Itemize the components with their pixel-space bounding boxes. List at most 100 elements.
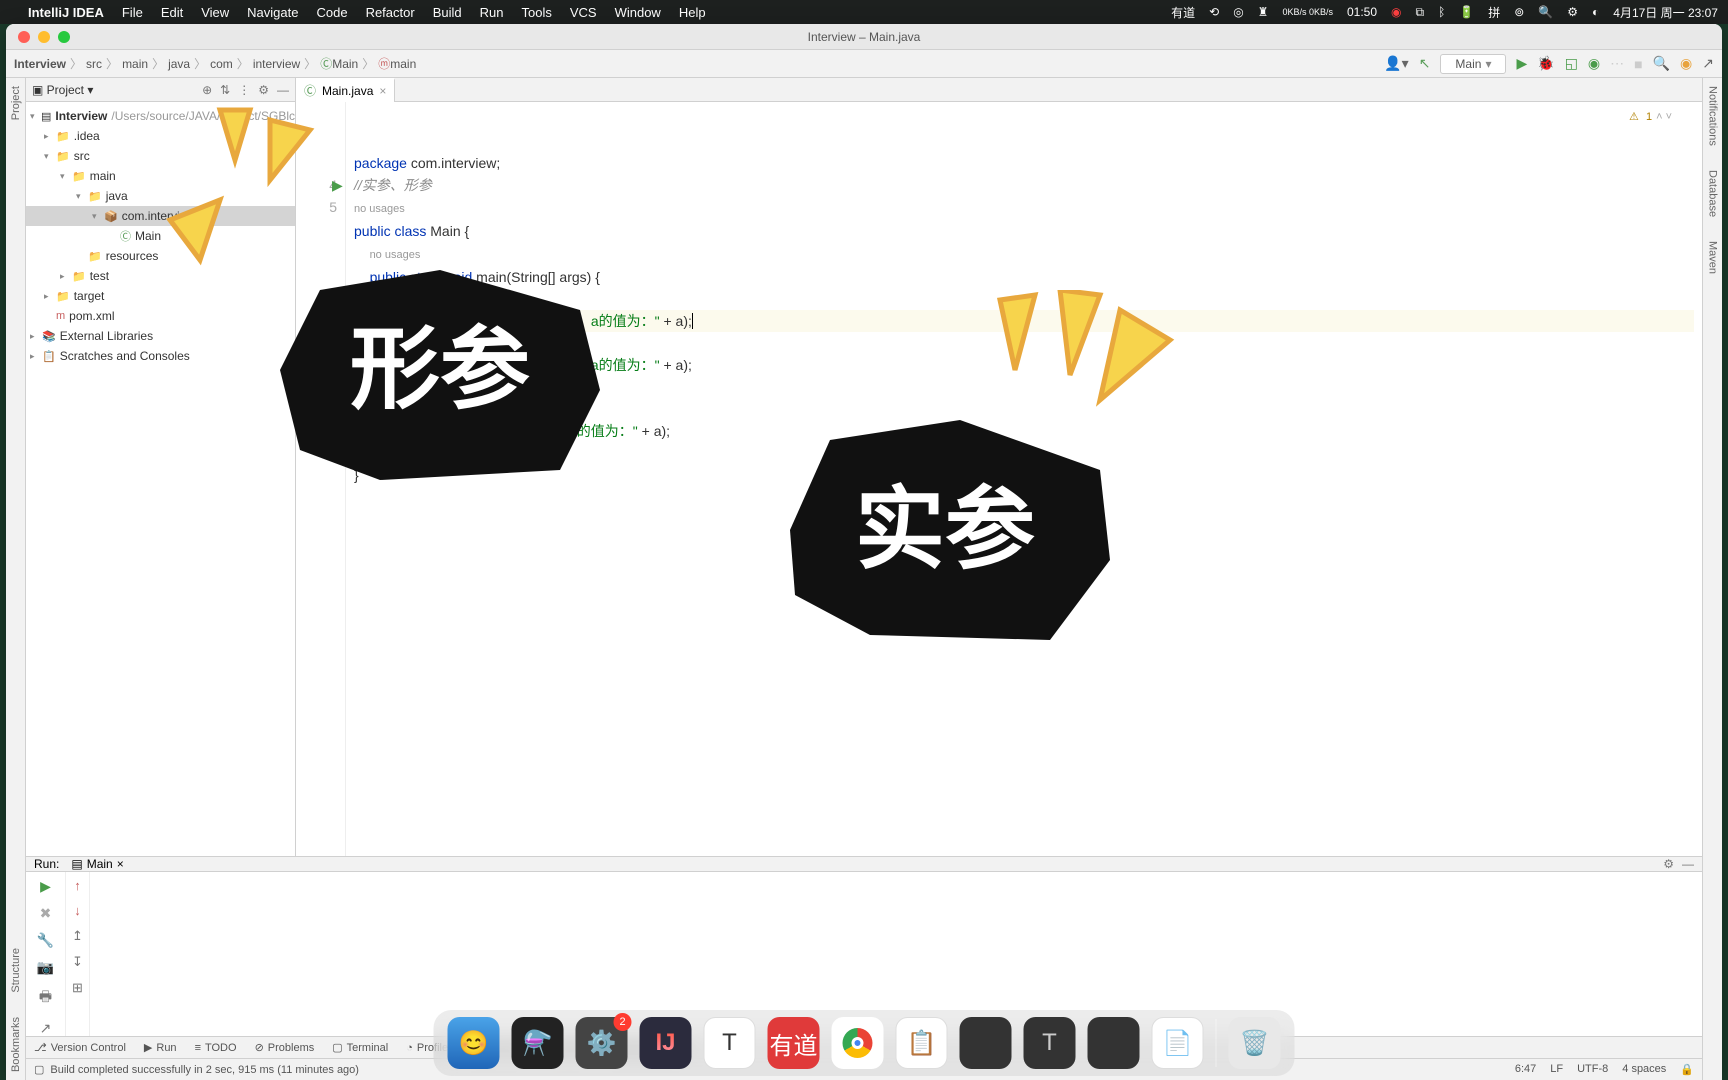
tree-folder[interactable]: ▸📁target <box>26 286 295 306</box>
notes-app-icon[interactable]: 📋 <box>896 1017 948 1069</box>
tree-folder[interactable]: ▾📁main <box>26 166 295 186</box>
lab-app-icon[interactable]: ⚗️ <box>512 1017 564 1069</box>
locate-icon[interactable]: ⊕ <box>202 83 212 97</box>
intellij-app-icon[interactable]: IJ <box>640 1017 692 1069</box>
down-stack-icon[interactable]: ↓ <box>74 903 81 918</box>
run-config-selector[interactable]: Main ▾ <box>1440 54 1506 74</box>
profile-button[interactable]: ◉ <box>1588 55 1600 72</box>
dark-app2-icon[interactable] <box>1088 1017 1140 1069</box>
ime-icon[interactable]: 拼 <box>1488 4 1500 21</box>
app-name[interactable]: IntelliJ IDEA <box>28 5 104 20</box>
menu-tools[interactable]: Tools <box>521 5 551 20</box>
rerun-icon[interactable]: ▶ <box>40 878 51 895</box>
stop-icon[interactable]: ✖ <box>40 905 52 922</box>
settings-icon[interactable]: ↗ <box>1702 55 1714 72</box>
text-app-icon[interactable]: T <box>704 1017 756 1069</box>
run-tab[interactable]: ▤ Main × <box>71 857 123 871</box>
tree-file[interactable]: mpom.xml <box>26 306 295 326</box>
project-view-selector[interactable]: ▣ Project ▾ <box>32 83 93 97</box>
camera-icon[interactable]: 📷 <box>37 959 54 976</box>
file-encoding[interactable]: UTF-8 <box>1577 1063 1608 1076</box>
terminal-tool-button[interactable]: ▢ Terminal <box>332 1041 388 1054</box>
trash-icon[interactable]: 🗑️ <box>1229 1017 1281 1069</box>
expand-all-icon[interactable]: ⇅ <box>220 83 230 97</box>
ide-updates-icon[interactable]: ◉ <box>1680 55 1692 72</box>
menu-help[interactable]: Help <box>679 5 706 20</box>
build-icon[interactable]: ↖ <box>1419 55 1431 72</box>
collapse-all-icon[interactable]: ⋮ <box>238 83 250 97</box>
wifi-icon[interactable]: ⊚ <box>1514 5 1524 19</box>
menu-edit[interactable]: Edit <box>161 5 183 20</box>
todo-tool-button[interactable]: ≡ TODO <box>195 1042 237 1054</box>
date-time[interactable]: 4月17日 周一 23:07 <box>1613 4 1718 21</box>
tree-class[interactable]: ⒸMain <box>26 226 295 246</box>
spotlight-icon[interactable]: 🔍 <box>1538 5 1553 19</box>
finder-app-icon[interactable]: 😊 <box>448 1017 500 1069</box>
inspection-badge[interactable]: ⚠ 1 ˄ ˅ <box>1629 106 1672 128</box>
tree-package[interactable]: ▾📦com.interview <box>26 206 295 226</box>
tree-folder[interactable]: ▸📁.idea <box>26 126 295 146</box>
dark-app-icon[interactable] <box>960 1017 1012 1069</box>
minimize-window-button[interactable] <box>38 31 50 43</box>
menu-vcs[interactable]: VCS <box>570 5 597 20</box>
code-content[interactable]: ⚠ 1 ˄ ˅ package com.interview; //实参、形参 n… <box>346 102 1702 856</box>
bluetooth-icon[interactable]: ᛒ <box>1438 5 1445 19</box>
scroll-end-icon[interactable]: ↧ <box>72 954 83 970</box>
caret-position[interactable]: 6:47 <box>1515 1063 1536 1076</box>
hide-icon[interactable]: — <box>277 83 289 97</box>
control-center-icon[interactable]: ⚙ <box>1567 5 1578 19</box>
stop-button[interactable]: ■ <box>1634 56 1642 72</box>
tree-folder[interactable]: ▸📁test <box>26 266 295 286</box>
youdao-status-icon[interactable]: 有道 <box>1171 4 1195 21</box>
project-tool-button[interactable]: Project <box>10 86 22 120</box>
search-everywhere-icon[interactable]: 🔍 <box>1653 55 1670 72</box>
print-icon[interactable]: 🖶 <box>39 986 52 1010</box>
run-tool-button[interactable]: ▶ Run <box>144 1041 177 1054</box>
layout-icon[interactable]: ⊞ <box>72 980 83 996</box>
run-button[interactable]: ▶ <box>1516 55 1527 72</box>
youdao-app-icon[interactable]: 有道 <box>768 1017 820 1069</box>
project-tree[interactable]: ▾▤Interview/Users/source/JAVA/Project/SG… <box>26 102 295 856</box>
status-icon[interactable]: ▢ <box>34 1063 44 1076</box>
settings-gear-icon[interactable]: ⚙ <box>258 83 269 97</box>
user-icon[interactable]: 👤▾ <box>1384 55 1408 72</box>
breadcrumb[interactable]: com <box>210 57 233 71</box>
attach-button[interactable]: ⋯ <box>1610 55 1624 72</box>
coverage-button[interactable]: ◱ <box>1565 55 1578 72</box>
tree-root[interactable]: ▾▤Interview/Users/source/JAVA/Project/SG… <box>26 106 295 126</box>
line-separator[interactable]: LF <box>1550 1063 1563 1076</box>
indent-setting[interactable]: 4 spaces <box>1622 1063 1666 1076</box>
database-tool-button[interactable]: Database <box>1707 170 1719 217</box>
tree-folder[interactable]: ▾📁java <box>26 186 295 206</box>
notifications-tool-button[interactable]: Notifications <box>1707 86 1719 146</box>
menu-view[interactable]: View <box>201 5 229 20</box>
structure-tool-button[interactable]: Structure <box>10 948 22 993</box>
menu-file[interactable]: File <box>122 5 143 20</box>
debug-button[interactable]: 🐞 <box>1537 55 1554 72</box>
run-gutter-icon[interactable]: ▶ <box>332 174 343 196</box>
bookmarks-tool-button[interactable]: Bookmarks <box>10 1017 22 1072</box>
maven-tool-button[interactable]: Maven <box>1707 241 1719 274</box>
typora-app-icon[interactable]: T <box>1024 1017 1076 1069</box>
tower-icon[interactable]: ♜ <box>1258 5 1269 19</box>
breadcrumb[interactable]: java <box>168 57 190 71</box>
menu-window[interactable]: Window <box>615 5 661 20</box>
breadcrumb[interactable]: interview <box>253 57 300 71</box>
tree-folder[interactable]: 📁resources <box>26 246 295 266</box>
maximize-window-button[interactable] <box>58 31 70 43</box>
editor-tab[interactable]: ⒸMain.java× <box>296 78 395 102</box>
menu-refactor[interactable]: Refactor <box>366 5 415 20</box>
doc-app-icon[interactable]: 📄 <box>1152 1017 1204 1069</box>
breadcrumb-root[interactable]: Interview <box>14 57 66 71</box>
code-editor[interactable]: 4▶ 5 13 14 15 ⚠ 1 ˄ ˅ package com.interv… <box>296 102 1702 856</box>
tools-icon[interactable]: 🔧 <box>37 932 54 949</box>
soft-wrap-icon[interactable]: ↥ <box>72 928 83 944</box>
breadcrumb[interactable]: src <box>86 57 102 71</box>
menu-navigate[interactable]: Navigate <box>247 5 298 20</box>
tree-folder[interactable]: ▾📁src <box>26 146 295 166</box>
readonly-lock-icon[interactable]: 🔒 <box>1680 1063 1694 1076</box>
chrome-app-icon[interactable] <box>832 1017 884 1069</box>
close-tab-icon[interactable]: × <box>379 84 386 98</box>
vcs-tool-button[interactable]: ⎇ Version Control <box>34 1041 126 1054</box>
menu-code[interactable]: Code <box>316 5 347 20</box>
